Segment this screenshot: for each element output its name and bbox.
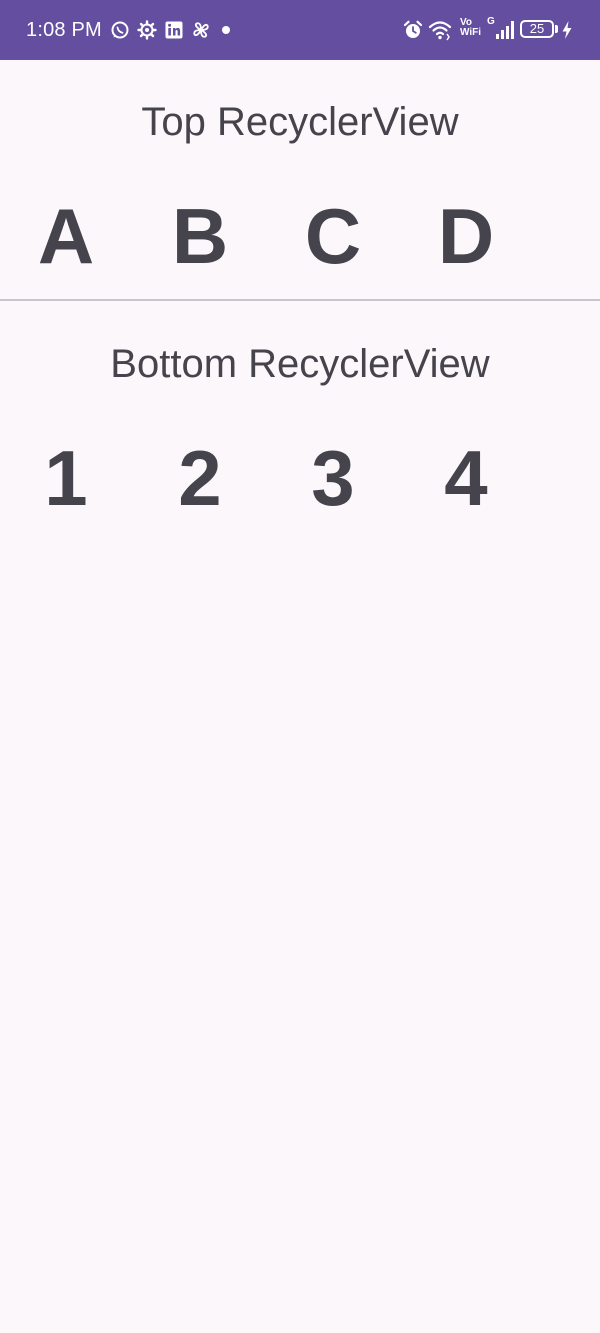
top-list-item-c[interactable]: C [283, 192, 383, 280]
network-type-label: G [487, 16, 495, 27]
whatsapp-icon [111, 21, 129, 39]
battery-level-text: 25 [529, 21, 545, 36]
wifi-icon [428, 21, 452, 41]
linkedin-icon [165, 21, 183, 39]
pinwheel-icon [193, 22, 209, 38]
status-bar: 1:08 PM Vo WiFi G 25 [0, 0, 600, 60]
alarm-icon [403, 20, 423, 38]
vowifi-indicator: Vo WiFi [460, 18, 481, 38]
bottom-list-item-2[interactable]: 2 [150, 434, 250, 522]
vowifi-label-bottom: WiFi [460, 27, 482, 38]
settings-gear-icon [137, 20, 157, 40]
battery-cap [555, 25, 558, 33]
bottom-list-item-3[interactable]: 3 [283, 434, 383, 522]
top-list-item-a[interactable]: A [16, 192, 116, 280]
bottom-list-item-1[interactable]: 1 [16, 434, 116, 522]
top-list-item-b[interactable]: B [150, 192, 250, 280]
charging-bolt-icon [562, 21, 572, 39]
top-recyclerview-title: Top RecyclerView [141, 100, 459, 144]
section-divider [0, 299, 600, 301]
status-time: 1:08 PM [26, 19, 102, 41]
app-screen: 1:08 PM Vo WiFi G 25 Top RecyclerView A … [0, 0, 600, 1333]
signal-icon [496, 21, 514, 39]
bottom-list-item-4[interactable]: 4 [416, 434, 516, 522]
notification-dot [222, 26, 230, 34]
top-list-item-d[interactable]: D [416, 192, 516, 280]
bottom-recyclerview-title: Bottom RecyclerView [110, 342, 490, 386]
